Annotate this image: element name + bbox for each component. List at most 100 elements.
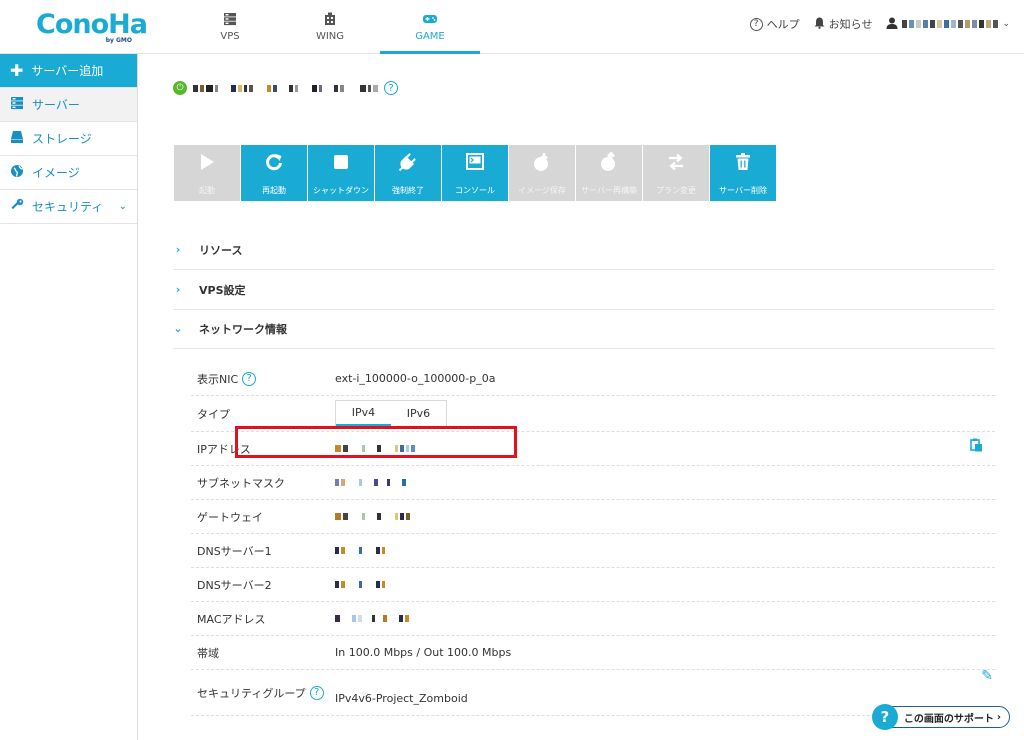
rebuild-icon	[601, 152, 615, 171]
server-stack-icon	[223, 12, 237, 26]
section-title: ネットワーク情報	[199, 322, 287, 336]
console-icon	[466, 153, 484, 170]
shutdown-button[interactable]: シャットダウン	[308, 145, 374, 201]
console-button[interactable]: コンソール	[442, 145, 508, 201]
sidebar-item-storage[interactable]: ストレージ	[0, 122, 137, 156]
help-icon[interactable]: ?	[242, 371, 257, 386]
tab-ipv6[interactable]: IPv6	[391, 401, 446, 427]
gateway-value-redacted	[335, 513, 410, 520]
section-resources[interactable]: › リソース	[173, 230, 995, 270]
save-image-button[interactable]: イメージ保存	[509, 145, 575, 201]
edit-icon[interactable]: ✎	[981, 668, 993, 684]
dns1-value-redacted	[335, 547, 385, 554]
mac-value-redacted	[335, 615, 409, 622]
help-label: ヘルプ	[766, 18, 800, 31]
type-selector: IPv4 IPv6	[335, 399, 447, 428]
row-nic: 表示NIC ? ext-i_100000-o_100000-p_0a	[191, 362, 995, 396]
rebuild-label: サーバー再構築	[581, 186, 637, 195]
server-title: ⏻ ?	[173, 81, 398, 95]
network-info-table: 表示NIC ? ext-i_100000-o_100000-p_0a タイプ I…	[191, 362, 995, 716]
clipboard-icon[interactable]	[970, 438, 983, 455]
power-status-icon: ⏻	[173, 81, 187, 95]
server-icon	[10, 96, 24, 113]
force-stop-label: 強制終了	[392, 186, 424, 195]
play-icon	[201, 154, 214, 170]
restart-button[interactable]: 再起動	[241, 145, 307, 201]
chevron-right-icon: ›	[175, 283, 181, 296]
gateway-label: ゲートウェイ	[197, 510, 263, 524]
chevron-down-icon: ⌄	[118, 201, 127, 212]
user-menu[interactable]: ⌄	[886, 17, 1010, 32]
start-button[interactable]: 起動	[174, 145, 240, 201]
delete-server-label: サーバー削除	[719, 186, 767, 195]
sidebar-item-label: サーバー追加	[31, 64, 104, 78]
sidebar: ✚ サーバー追加 サーバー ストレージ イメージ セキュリティ ⌄	[0, 54, 138, 740]
rebuild-button[interactable]: サーバー再構築	[576, 145, 642, 201]
sidebar-item-security[interactable]: セキュリティ ⌄	[0, 190, 137, 224]
section-title: リソース	[199, 243, 243, 257]
help-icon[interactable]: ?	[309, 685, 324, 700]
ip-label: IPアドレス	[197, 442, 251, 456]
console-label: コンソール	[455, 186, 495, 195]
globe-icon	[10, 164, 24, 181]
bandwidth-label: 帯域	[197, 646, 219, 660]
nav-wing[interactable]: WING	[280, 0, 380, 54]
section-vps-settings[interactable]: › VPS設定	[173, 270, 995, 310]
trash-icon	[736, 153, 750, 170]
row-ip-address: IPアドレス	[191, 426, 995, 466]
section-title: VPS設定	[199, 283, 246, 297]
nav-vps[interactable]: VPS	[180, 0, 280, 54]
secgroup-value: IPv4v6-Project_Zomboid	[335, 692, 468, 705]
row-mac: MACアドレス	[191, 602, 995, 636]
start-label: 起動	[199, 186, 215, 195]
restart-label: 再起動	[262, 186, 286, 195]
sidebar-item-add-server[interactable]: ✚ サーバー追加	[0, 54, 137, 88]
user-name-redacted	[902, 20, 999, 28]
sidebar-item-label: イメージ	[32, 166, 80, 180]
restart-icon	[266, 154, 282, 171]
row-dns1: DNSサーバー1	[191, 534, 995, 568]
chevron-down-icon: ⌄	[1002, 19, 1010, 29]
conoha-logo[interactable]: ConoHa by GMO	[36, 10, 148, 45]
help-icon[interactable]: ?	[384, 81, 398, 95]
dns1-label: DNSサーバー1	[197, 544, 272, 558]
plug-icon	[398, 153, 416, 172]
logo-sub: by GMO	[105, 37, 132, 44]
subnet-label: サブネットマスク	[197, 476, 285, 490]
tab-ipv4[interactable]: IPv4	[336, 401, 391, 427]
help-link[interactable]: ? ヘルプ	[749, 16, 800, 32]
nic-label-text: 表示NIC	[197, 372, 239, 386]
main-content: ⏻ ? 起動 再起動 シャットダウン 強制終了 コンソール イメージ保存 サーバ…	[139, 55, 1024, 740]
chevron-right-icon: ›	[175, 243, 181, 256]
nav-game[interactable]: GAME	[380, 0, 480, 54]
force-stop-button[interactable]: 強制終了	[375, 145, 441, 201]
sidebar-item-server[interactable]: サーバー	[0, 88, 137, 122]
page-support-button[interactable]: ? この画面のサポート ›	[871, 704, 1010, 730]
secgroup-label-text: セキュリティグループ	[197, 686, 306, 700]
plan-change-icon	[669, 153, 683, 171]
plus-icon: ✚	[10, 61, 24, 80]
building-icon	[323, 12, 337, 26]
chevron-down-icon: ⌄	[173, 322, 183, 335]
bandwidth-value: In 100.0 Mbps / Out 100.0 Mbps	[335, 646, 512, 659]
shutdown-label: シャットダウン	[313, 186, 369, 195]
storage-icon	[10, 130, 24, 147]
top-right-menu: ? ヘルプ お知らせ ⌄	[749, 16, 1010, 32]
row-gateway: ゲートウェイ	[191, 500, 995, 534]
chevron-right-icon: ›	[996, 711, 1001, 723]
delete-server-button[interactable]: サーバー削除	[710, 145, 776, 201]
sidebar-item-label: セキュリティ	[32, 200, 104, 214]
section-network-info[interactable]: ⌄ ネットワーク情報	[173, 309, 995, 349]
dns2-label: DNSサーバー2	[197, 578, 272, 592]
nav-vps-label: VPS	[220, 31, 240, 42]
stop-icon	[334, 155, 348, 169]
row-type: タイプ IPv4 IPv6	[191, 396, 995, 432]
ip-version-toggle: IPv4 IPv6	[335, 399, 447, 428]
notice-link[interactable]: お知らせ	[814, 16, 872, 32]
sidebar-item-image[interactable]: イメージ	[0, 156, 137, 190]
row-subnet: サブネットマスク	[191, 466, 995, 500]
plan-change-button[interactable]: プラン変更	[643, 145, 709, 201]
sidebar-item-label: ストレージ	[32, 132, 92, 146]
secgroup-label: セキュリティグループ ?	[191, 685, 335, 701]
plan-change-label: プラン変更	[656, 186, 696, 195]
